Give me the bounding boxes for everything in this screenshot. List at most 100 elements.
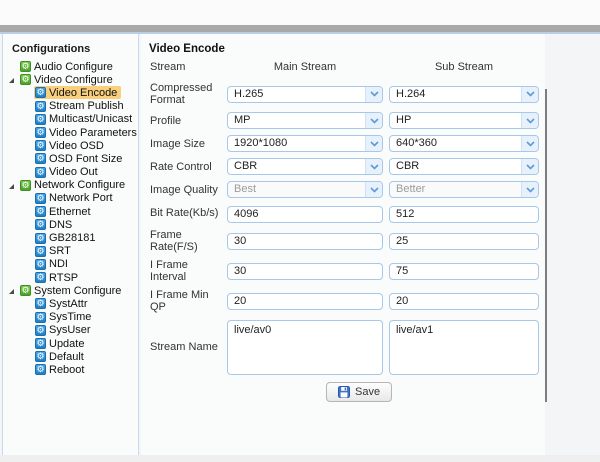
config-tree: ⚙ Audio Configure ⚙ Video Configure ⚙ Video E… — [3, 60, 138, 377]
i-frame-min-qp-sub-input[interactable] — [389, 292, 539, 310]
sub-stream-cell: Better — [389, 181, 539, 198]
compressed-format-sub-select[interactable]: H.264 — [389, 85, 539, 103]
select-value: Better — [396, 183, 426, 195]
sidebar-item-update[interactable]: ⚙ Update — [3, 337, 138, 350]
rate-control-main-select[interactable]: CBR — [227, 158, 383, 175]
stream-name-main-textarea[interactable]: live/av0 — [227, 319, 383, 375]
select-value: HP — [396, 114, 412, 126]
sidebar-item-label: Video OSD — [49, 139, 104, 152]
frame-rate-f-s-sub-input[interactable] — [389, 232, 539, 250]
arrow-spacer — [8, 61, 19, 72]
chevron-down-icon — [521, 113, 538, 128]
sidebar-item-label: Network Configure — [34, 179, 126, 192]
sidebar-item-ethernet[interactable]: ⚙ Ethernet — [3, 205, 138, 218]
sidebar-item-stream-publish[interactable]: ⚙ Stream Publish — [3, 100, 138, 113]
sidebar-item-video-parameters[interactable]: ⚙ Video Parameters — [3, 126, 138, 139]
sidebar-item-label: DNS — [49, 218, 73, 231]
select-value: 640*360 — [396, 137, 437, 149]
gear-icon: ⚙ — [35, 258, 46, 270]
sidebar-item-dns[interactable]: ⚙ DNS — [3, 218, 138, 231]
sidebar-item-srt[interactable]: ⚙ SRT — [3, 245, 138, 258]
main-stream-cell: 1920*1080 — [227, 135, 383, 152]
sidebar-item-label: NDI — [49, 258, 68, 271]
gear-icon: ⚙ — [35, 166, 46, 178]
tree-node: ⚙ RTSP — [34, 271, 82, 284]
sidebar-item-label: Stream Publish — [49, 100, 124, 113]
sidebar-item-label: RTSP — [49, 271, 79, 284]
gear-icon: ⚙ — [35, 272, 46, 284]
sidebar-item-reboot[interactable]: ⚙ Reboot — [3, 363, 138, 376]
sidebar-item-sysuser[interactable]: ⚙ SysUser — [3, 324, 138, 337]
sidebar-item-label: Network Port — [49, 192, 113, 205]
select-value: MP — [234, 114, 251, 126]
stream-name-sub-textarea[interactable]: live/av1 — [389, 319, 539, 375]
select-value: CBR — [234, 160, 258, 172]
sidebar-item-label: Video Encode — [49, 86, 118, 99]
sidebar-item-rtsp[interactable]: ⚙ RTSP — [3, 271, 138, 284]
gear-icon: ⚙ — [35, 100, 46, 112]
tree-node: ⚙ Network Port — [34, 192, 117, 205]
sidebar-item-audio-configure[interactable]: ⚙ Audio Configure — [3, 60, 138, 73]
main-scrollbar[interactable] — [545, 89, 547, 402]
frame-rate-f-s-main-input[interactable] — [227, 232, 383, 250]
image-quality-sub-select: Better — [389, 181, 539, 198]
image-size-sub-select[interactable]: 640*360 — [389, 135, 539, 152]
profile-main-select[interactable]: MP — [227, 112, 383, 129]
sidebar-item-video-encode[interactable]: ⚙ Video Encode — [3, 86, 138, 100]
i-frame-interval-main-input[interactable] — [227, 262, 383, 280]
chevron-down-icon — [521, 136, 538, 151]
sidebar-item-network-configure[interactable]: ⚙ Network Configure — [3, 179, 138, 192]
select-value: Best — [234, 183, 257, 195]
sidebar-item-video-osd[interactable]: ⚙ Video OSD — [3, 139, 138, 152]
gears-icon: ⚙ — [20, 74, 31, 86]
stream-header-row: Stream Main Stream Sub Stream — [150, 60, 545, 74]
field-label: Compressed Format — [150, 82, 213, 106]
sidebar-item-video-out[interactable]: ⚙ Video Out — [3, 166, 138, 179]
tree-node: ⚙ Video Parameters — [34, 126, 138, 139]
gear-icon: ⚙ — [35, 351, 46, 363]
gear-icon: ⚙ — [35, 232, 46, 244]
profile-sub-select[interactable]: HP — [389, 112, 539, 129]
sidebar-item-multicast-unicast[interactable]: ⚙ Multicast/Unicast — [3, 113, 138, 126]
bit-rate-kb-s-sub-input[interactable] — [389, 205, 539, 223]
sidebar-item-ndi[interactable]: ⚙ NDI — [3, 258, 138, 271]
tree-node: ⚙ SysTime — [34, 311, 95, 324]
expand-arrow-icon[interactable] — [8, 285, 19, 296]
sidebar: Configurations ⚙ Audio Configure ⚙ Video Co… — [2, 34, 139, 455]
form-row-i-frame-interval: I Frame Interval — [150, 259, 545, 283]
chevron-down-icon — [365, 113, 382, 128]
i-frame-min-qp-main-input[interactable] — [227, 292, 383, 310]
stream-name-label: Stream Name — [150, 341, 218, 353]
sidebar-item-osd-font-size[interactable]: ⚙ OSD Font Size — [3, 152, 138, 165]
sidebar-item-systattr[interactable]: ⚙ SystAttr — [3, 297, 138, 310]
tree-node: ⚙ SystAttr — [34, 297, 92, 310]
page-title: Video Encode — [149, 43, 225, 55]
i-frame-interval-sub-input[interactable] — [389, 262, 539, 280]
sidebar-item-default[interactable]: ⚙ Default — [3, 350, 138, 363]
field-label: Rate Control — [150, 160, 212, 173]
select-value: CBR — [396, 160, 420, 172]
chevron-down-icon — [365, 182, 382, 197]
tree-node: ⚙ Network Configure — [19, 179, 129, 192]
expand-arrow-icon[interactable] — [8, 74, 19, 85]
sub-stream-cell — [389, 231, 539, 250]
gear-icon: ⚙ — [35, 87, 46, 99]
sidebar-item-system-configure[interactable]: ⚙ System Configure — [3, 284, 138, 297]
expand-arrow-icon[interactable] — [8, 180, 19, 191]
rate-control-sub-select[interactable]: CBR — [389, 158, 539, 175]
form-row-i-frame-min-qp: I Frame Min QP — [150, 289, 545, 313]
tree-node: ⚙ Video OSD — [34, 139, 108, 152]
bit-rate-kb-s-main-input[interactable] — [227, 205, 383, 223]
form-row-profile: Profile MP HP — [150, 112, 545, 129]
main-stream-cell: CBR — [227, 158, 383, 175]
tree-node: ⚙ GB28181 — [34, 232, 99, 245]
image-size-main-select[interactable]: 1920*1080 — [227, 135, 383, 152]
sidebar-item-label: Video Parameters — [49, 126, 137, 139]
compressed-format-main-select[interactable]: H.265 — [227, 85, 383, 103]
field-label: Image Quality — [150, 183, 218, 196]
sidebar-item-video-configure[interactable]: ⚙ Video Configure — [3, 73, 138, 86]
sidebar-item-network-port[interactable]: ⚙ Network Port — [3, 192, 138, 205]
sidebar-item-systime[interactable]: ⚙ SysTime — [3, 311, 138, 324]
save-button[interactable]: Save — [326, 381, 393, 402]
sidebar-item-gb28181[interactable]: ⚙ GB28181 — [3, 231, 138, 244]
